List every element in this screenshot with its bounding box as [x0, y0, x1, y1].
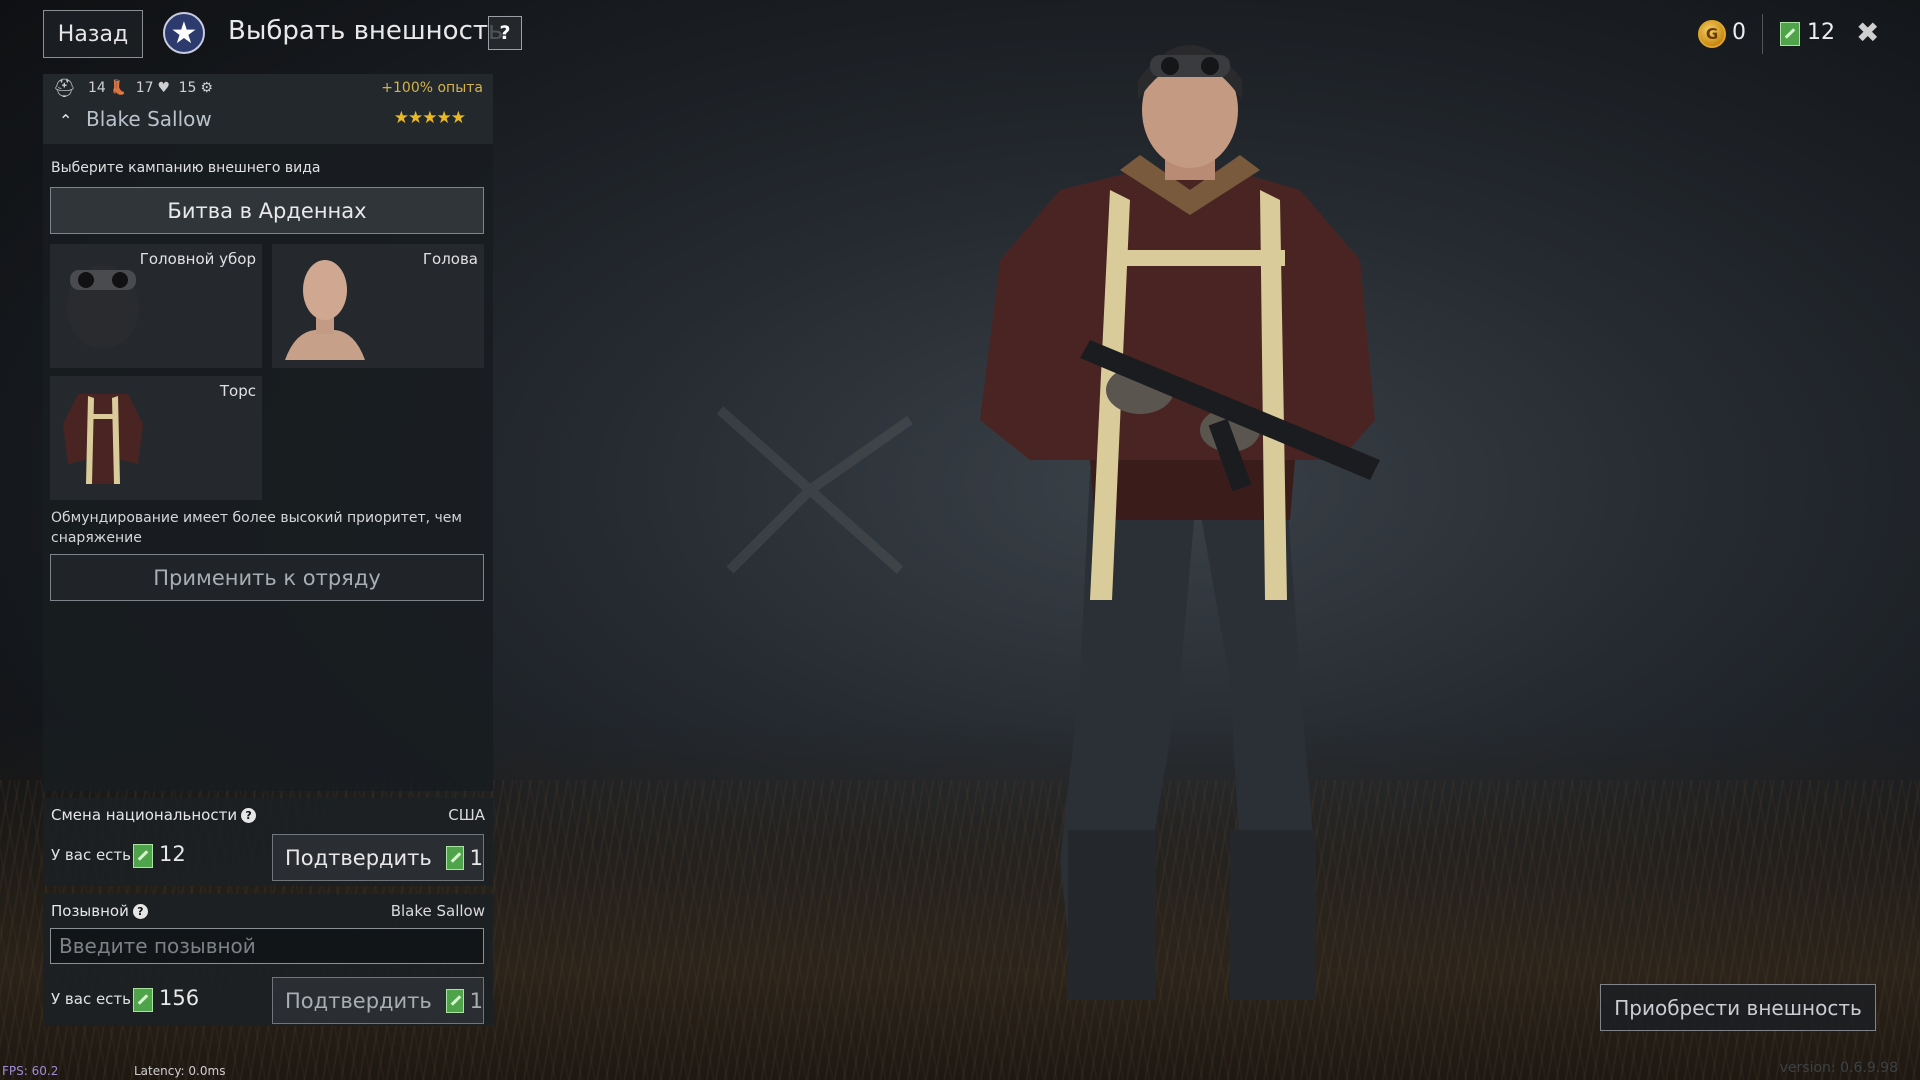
current-nationality: США [448, 806, 485, 824]
xp-bonus: +100% опыта [381, 80, 483, 96]
soldier-stars: ★★★★★ [393, 108, 466, 128]
help-icon[interactable]: ? [241, 808, 257, 823]
boot-icon: 👢 [109, 80, 128, 96]
fps-counter: FPS: 60.2 [2, 1064, 59, 1078]
callsign-section: Позывной? Blake Sallow У вас есть 156 По… [43, 894, 493, 1026]
usa-star-emblem-icon: ★ [163, 12, 205, 54]
soldier-class-icon: ⛑ [53, 78, 76, 99]
callsign-ticket-count: 156 [159, 986, 200, 1010]
windmill-silhouette [716, 406, 913, 574]
soldier-name: Blake Sallow [86, 107, 212, 131]
ticket-icon [445, 845, 464, 870]
slot-torso[interactable]: Торс [50, 376, 262, 500]
nationality-title: Смена национальности? [51, 806, 257, 824]
campaign-select[interactable]: Битва в Арденнах [50, 187, 484, 234]
slot-headgear[interactable]: Головной убор [50, 244, 262, 368]
help-icon[interactable]: ? [132, 904, 148, 919]
campaign-label: Выберите кампанию внешнего вида [51, 160, 321, 176]
close-button[interactable]: ✖ [1856, 16, 1879, 49]
pilot-helmet-icon [67, 265, 139, 349]
slot-label: Головной убор [139, 250, 256, 268]
soldier-header: ⛑ 14 👢 17 ♥ 15 ⚙ +100% опыта ⌃ Blake Sallow… [43, 74, 493, 144]
ticket-icon [445, 988, 464, 1013]
priority-note: Обмундирование имеет более высокий приор… [51, 510, 462, 546]
torso-jacket-icon [63, 394, 143, 484]
have-label: У вас есть [51, 990, 132, 1008]
confirm-callsign-button[interactable]: Подтвердить 1 [272, 977, 484, 1024]
callsign-input[interactable] [50, 928, 484, 964]
confirm-cost: 1 [469, 845, 483, 870]
soldier-stats: 14 👢 17 ♥ 15 ⚙ [88, 80, 217, 96]
confirm-nationality-button[interactable]: Подтвердить 1 [272, 834, 484, 881]
ammo-icon: ⚙ [200, 80, 213, 96]
callsign-title: Позывной? [51, 902, 148, 920]
heart-icon: ♥ [157, 80, 171, 96]
head-icon [285, 260, 365, 360]
currency-divider [1762, 14, 1763, 54]
nationality-ticket-count: 12 [159, 842, 186, 866]
confirm-label: Подтвердить [285, 845, 432, 870]
have-label: У вас есть [51, 846, 132, 864]
current-callsign: Blake Sallow [390, 902, 485, 920]
rank-chevron-icon: ⌃ [59, 111, 73, 130]
callsign-title-text: Позывной [51, 902, 129, 920]
appearance-ticket-icon [1780, 22, 1800, 46]
nationality-section: Смена национальности? США У вас есть 12 … [43, 798, 493, 886]
buy-appearance-button[interactable]: Приобрести внешность [1600, 984, 1876, 1031]
confirm-label: Подтвердить [285, 988, 432, 1013]
page-title: Выбрать внешность [228, 16, 504, 46]
appearance-panel: ⛑ 14 👢 17 ♥ 15 ⚙ +100% опыта ⌃ Blake Sallow… [43, 74, 493, 791]
nationality-title-text: Смена национальности [51, 806, 238, 824]
ticket-icon [133, 988, 153, 1012]
stat-1-value: 14 [88, 80, 106, 96]
slot-label: Торс [219, 382, 256, 400]
version-label: version: 0.6.9.98 [1779, 1060, 1898, 1076]
latency-readout: Latency: 0.0ms [134, 1064, 226, 1078]
gold-coin-icon: G [1698, 20, 1726, 48]
stat-3-value: 15 [178, 80, 197, 96]
ticket-icon [133, 844, 153, 868]
ticket-balance: 12 [1807, 20, 1835, 45]
stat-2-value: 17 [135, 80, 154, 96]
apply-to-squad-button[interactable]: Применить к отряду [50, 554, 484, 601]
help-button[interactable]: ? [488, 16, 522, 50]
slot-head[interactable]: Голова [272, 244, 484, 368]
gold-balance: 0 [1732, 20, 1746, 45]
back-button[interactable]: Назад [43, 10, 143, 58]
confirm-cost: 1 [469, 988, 483, 1013]
soldier-character-model [980, 45, 1380, 1000]
slot-label: Голова [422, 250, 478, 268]
